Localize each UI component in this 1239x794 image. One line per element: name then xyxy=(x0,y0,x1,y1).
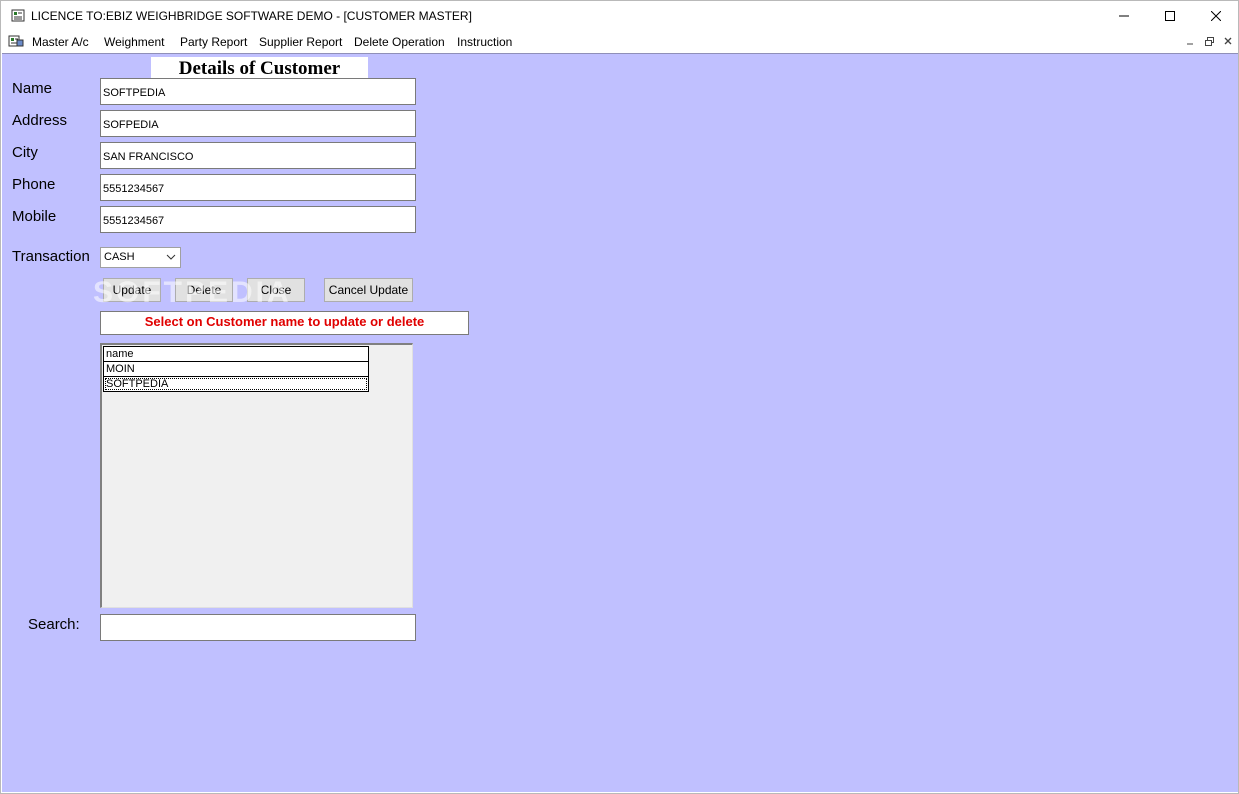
close-button[interactable]: Close xyxy=(247,278,305,302)
transaction-select[interactable]: CASH xyxy=(100,247,181,268)
menu-weighment[interactable]: Weighment xyxy=(104,35,164,49)
mobile-field[interactable] xyxy=(100,206,416,233)
menu-master-ac[interactable]: Master A/c xyxy=(32,35,89,49)
menu-party-report[interactable]: Party Report xyxy=(180,35,247,49)
menu-instruction[interactable]: Instruction xyxy=(457,35,512,49)
window-title: LICENCE TO:EBIZ WEIGHBRIDGE SOFTWARE DEM… xyxy=(31,9,472,23)
address-label: Address xyxy=(12,112,68,129)
search-input[interactable] xyxy=(100,614,416,641)
app-window: LICENCE TO:EBIZ WEIGHBRIDGE SOFTWARE DEM… xyxy=(0,0,1239,794)
instruction-message: Select on Customer name to update or del… xyxy=(100,311,469,335)
grid-column-header[interactable]: name xyxy=(103,346,369,362)
cancel-update-button[interactable]: Cancel Update xyxy=(324,278,413,302)
restore-icon xyxy=(1204,36,1214,46)
child-minimize-button[interactable] xyxy=(1182,34,1198,48)
close-icon xyxy=(1211,11,1221,21)
phone-field[interactable] xyxy=(100,174,416,201)
menu-supplier-report[interactable]: Supplier Report xyxy=(259,35,342,49)
child-close-button[interactable] xyxy=(1220,34,1236,48)
table-row[interactable]: MOIN xyxy=(103,361,369,377)
table-row[interactable]: SOFTPEDIA xyxy=(103,376,369,392)
title-bar: LICENCE TO:EBIZ WEIGHBRIDGE SOFTWARE DEM… xyxy=(1,1,1238,31)
name-label: Name xyxy=(12,80,53,97)
search-label: Search: xyxy=(28,616,80,633)
app-icon xyxy=(11,9,25,22)
chevron-down-icon xyxy=(166,254,176,260)
update-button[interactable]: Update xyxy=(103,278,161,302)
phone-label: Phone xyxy=(12,176,56,193)
mobile-label: Mobile xyxy=(12,208,57,225)
close-icon xyxy=(1224,37,1232,45)
minimize-icon xyxy=(1187,43,1193,45)
delete-button[interactable]: Delete xyxy=(175,278,233,302)
city-field[interactable] xyxy=(100,142,416,169)
minimize-button[interactable] xyxy=(1101,1,1147,31)
city-label: City xyxy=(12,144,38,161)
transaction-selected-value: CASH xyxy=(104,251,135,263)
customer-master-form: Details of Customer Name Address City Ph… xyxy=(2,53,1238,792)
maximize-icon xyxy=(1165,11,1175,21)
address-field[interactable] xyxy=(100,110,416,137)
menu-delete-operation[interactable]: Delete Operation xyxy=(354,35,445,49)
transaction-label: Transaction xyxy=(12,248,90,265)
name-field[interactable] xyxy=(100,78,416,105)
minimize-icon xyxy=(1119,15,1129,17)
close-window-button[interactable] xyxy=(1193,1,1239,31)
customer-grid[interactable]: name MOIN SOFTPEDIA xyxy=(100,343,413,608)
child-window-icon[interactable] xyxy=(8,34,24,48)
menu-bar: Master A/c Weighment Party Report Suppli… xyxy=(1,31,1238,52)
child-restore-button[interactable] xyxy=(1201,34,1217,48)
maximize-button[interactable] xyxy=(1147,1,1193,31)
